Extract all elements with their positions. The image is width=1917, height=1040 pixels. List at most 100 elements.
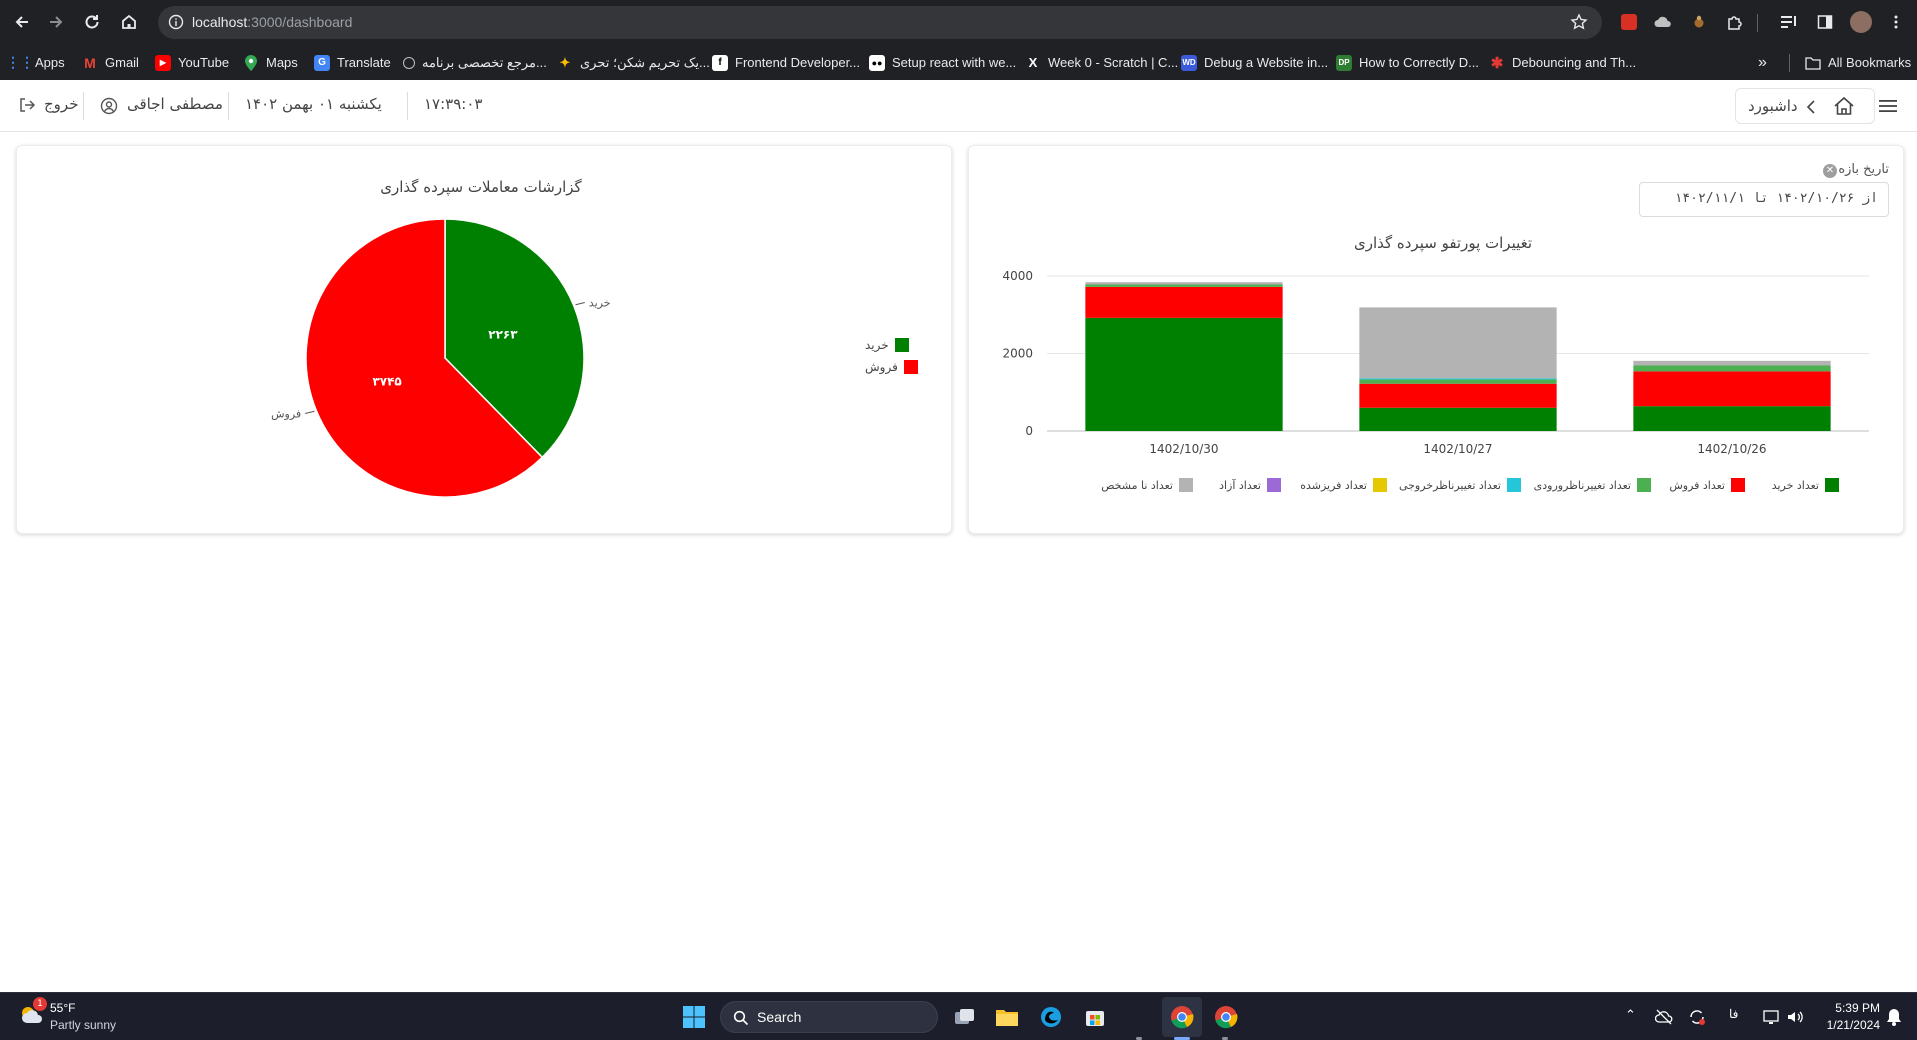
bookmark-youtube[interactable]: ▶ YouTube [155,45,229,80]
user-circle-icon [100,97,118,115]
puzzle-icon [1728,16,1742,30]
legend-swatch [1825,478,1839,492]
forward-button[interactable] [42,8,70,36]
bookmark-site-10[interactable]: X Week 0 - Scratch | C... [1025,45,1179,80]
bar-segment[interactable] [1633,371,1831,407]
bookmark-site-13[interactable]: ✱ Debouncing and Th... [1489,45,1636,80]
site-info-icon[interactable] [168,14,184,30]
bookmark-star-icon[interactable] [1570,13,1588,31]
breadcrumb: داشبورد [1735,88,1875,124]
reading-list-button[interactable] [1777,10,1801,34]
cloud-off-icon[interactable] [1655,1009,1673,1025]
bookmark-site-6[interactable]: مرجع تخصصی برنامه... [403,45,547,80]
hamburger-menu-icon [1879,100,1897,112]
pie-slice-name-label: خرید [589,296,611,309]
bar-segment[interactable] [1633,360,1831,366]
notification-bell-icon[interactable] [1886,1008,1902,1026]
menu-button[interactable] [1877,95,1899,117]
header-divider [407,92,408,120]
chrome-button-1[interactable] [1168,1003,1196,1031]
task-view-button[interactable] [951,1003,979,1031]
bar-legend-item[interactable]: تعداد تغییرناظرخروجی [1399,478,1521,492]
start-button[interactable] [680,1003,708,1031]
bar-legend-item[interactable]: تعداد نا مشخص [1101,478,1193,492]
store-button[interactable] [1081,1003,1109,1031]
pie-legend-sell[interactable]: فروش [865,360,918,374]
bookmark-site-12[interactable]: DP How to Correctly D... [1336,45,1479,80]
address-bar[interactable]: localhost:3000/dashboard [158,6,1602,39]
maps-pin-icon [243,54,259,71]
bookmark-maps[interactable]: Maps [243,45,298,80]
show-hidden-icons-icon[interactable]: ⌃ [1625,1007,1636,1023]
bar-legend-item[interactable]: تعداد فروش [1669,478,1745,492]
pie-value-label: ۲۲۶۳ [488,327,518,341]
file-explorer-button[interactable] [993,1003,1021,1031]
home-icon[interactable] [1832,95,1856,117]
bookmark-site-7[interactable]: ✦ یک تحریم شکن؛ تحری... [557,45,710,80]
bar-segment[interactable] [1085,284,1283,287]
bookmark-site-8[interactable]: f Frontend Developer... [712,45,860,80]
bar-segment[interactable] [1359,378,1557,380]
sync-icon[interactable] [1688,1008,1706,1026]
extension-2[interactable] [1651,10,1675,34]
bookmark-label: YouTube [178,55,230,70]
folder-icon [996,1010,1018,1026]
bar-segment[interactable] [1085,317,1283,431]
extension-3[interactable] [1687,10,1711,34]
network-icon[interactable] [1763,1008,1781,1026]
dp-icon: DP [1336,54,1352,71]
bookmark-site-9[interactable]: ●● Setup react with we... [869,45,1016,80]
bar-segment[interactable] [1359,407,1557,431]
chrome-icon [1171,1006,1194,1029]
bar-segment[interactable] [1085,282,1283,285]
chevron-left-icon [1806,100,1815,114]
profile-avatar-icon [1850,11,1872,33]
bar-legend-item[interactable]: تعداد تغییرناظرورودی [1534,478,1651,492]
browser-menu-button[interactable] [1884,10,1908,34]
bar-segment[interactable] [1359,379,1557,384]
bookmark-gmail[interactable]: M Gmail [82,45,139,80]
bar-segment[interactable] [1085,286,1283,318]
bookmark-site-11[interactable]: WD Debug a Website in... [1181,45,1328,80]
home-button[interactable] [115,8,143,36]
bar-legend-item[interactable]: تعداد خرید [1772,478,1839,492]
search-icon [733,1010,749,1026]
windows-logo-icon [683,1006,705,1028]
bar-legend-item[interactable]: تعداد آزاد [1219,478,1281,492]
profile-button[interactable] [1849,10,1873,34]
taskbar-search[interactable]: Search [720,1001,938,1033]
weather-widget[interactable]: 1 [18,997,47,1027]
back-button[interactable] [8,8,36,36]
bar-legend-item[interactable]: تعداد فریزشده [1300,478,1387,492]
legend-swatch [1637,478,1651,492]
bookmark-apps[interactable]: ⋮⋮ Apps [6,45,65,80]
stacked-bar-chart: 0 2000 4000 1402/10/30 1402/10/27 1402/10/26 ت… [1002,269,1869,492]
bookmark-translate[interactable]: G Translate [314,45,391,80]
chrome-button-2[interactable] [1212,1003,1240,1031]
clock-time[interactable]: 5:39 PM [1822,1001,1880,1015]
all-bookmarks-button[interactable]: All Bookmarks [1805,45,1911,80]
more-vertical-icon [1894,15,1898,29]
bar-segment[interactable] [1633,406,1831,431]
bar-segment[interactable] [1633,365,1831,372]
volume-icon[interactable] [1786,1008,1804,1026]
edge-button[interactable] [1037,1003,1065,1031]
extensions-menu[interactable] [1723,10,1747,34]
reload-button[interactable] [78,8,106,36]
pie-legend-buy[interactable]: خرید [865,338,909,352]
arrow-right-icon [50,16,63,28]
bookmarks-overflow-button[interactable]: » [1758,45,1767,80]
weather-temp: 55°F [50,1001,76,1015]
breadcrumb-dashboard[interactable]: داشبورد [1748,97,1798,115]
media-list-icon [1781,16,1796,28]
x-tick-label: 1402/10/30 [1149,442,1218,456]
extension-1[interactable] [1617,10,1641,34]
input-language[interactable]: فا [1729,1007,1738,1021]
bar-segment[interactable] [1359,307,1557,379]
side-panel-button[interactable] [1813,10,1837,34]
deals-report-card: گزارشات معاملات سپرده گذاری ۲۲۶۳ خرید ۳۷۴۵… [16,145,952,534]
url-text: localhost:3000/dashboard [192,14,352,30]
youtube-icon: ▶ [155,54,171,71]
clock-date[interactable]: 1/21/2024 [1815,1018,1880,1032]
bar-segment[interactable] [1359,383,1557,408]
